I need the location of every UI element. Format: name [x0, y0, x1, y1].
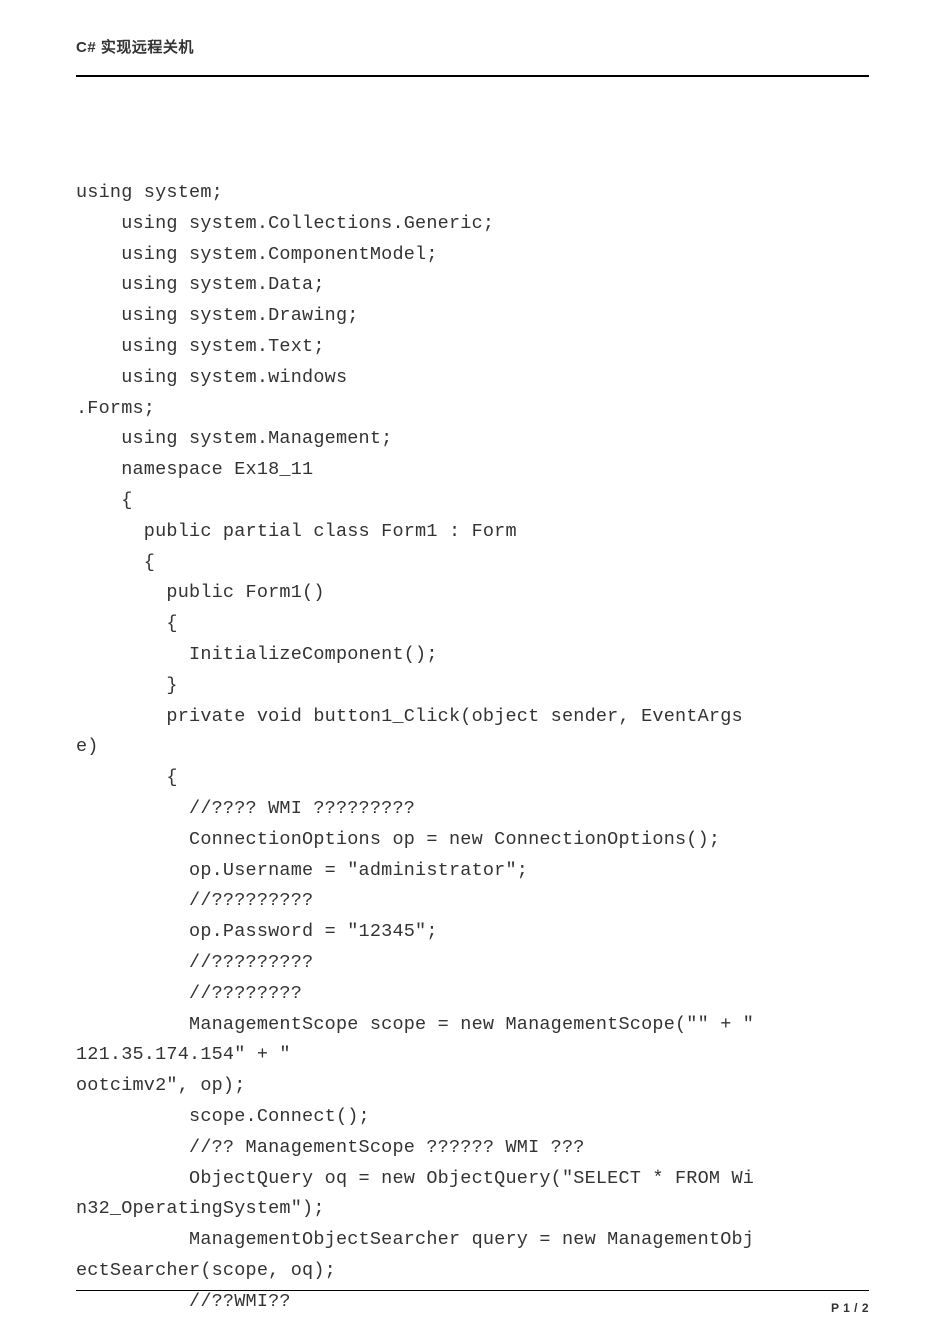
code-content: using system; using system.Collections.G…: [76, 178, 869, 1317]
page-number: P 1 / 2: [831, 1301, 869, 1315]
header-divider: [76, 75, 869, 77]
document-title: C# 实现远程关机: [76, 36, 869, 57]
footer-divider: [76, 1290, 869, 1291]
document-header: C# 实现远程关机: [76, 36, 869, 77]
